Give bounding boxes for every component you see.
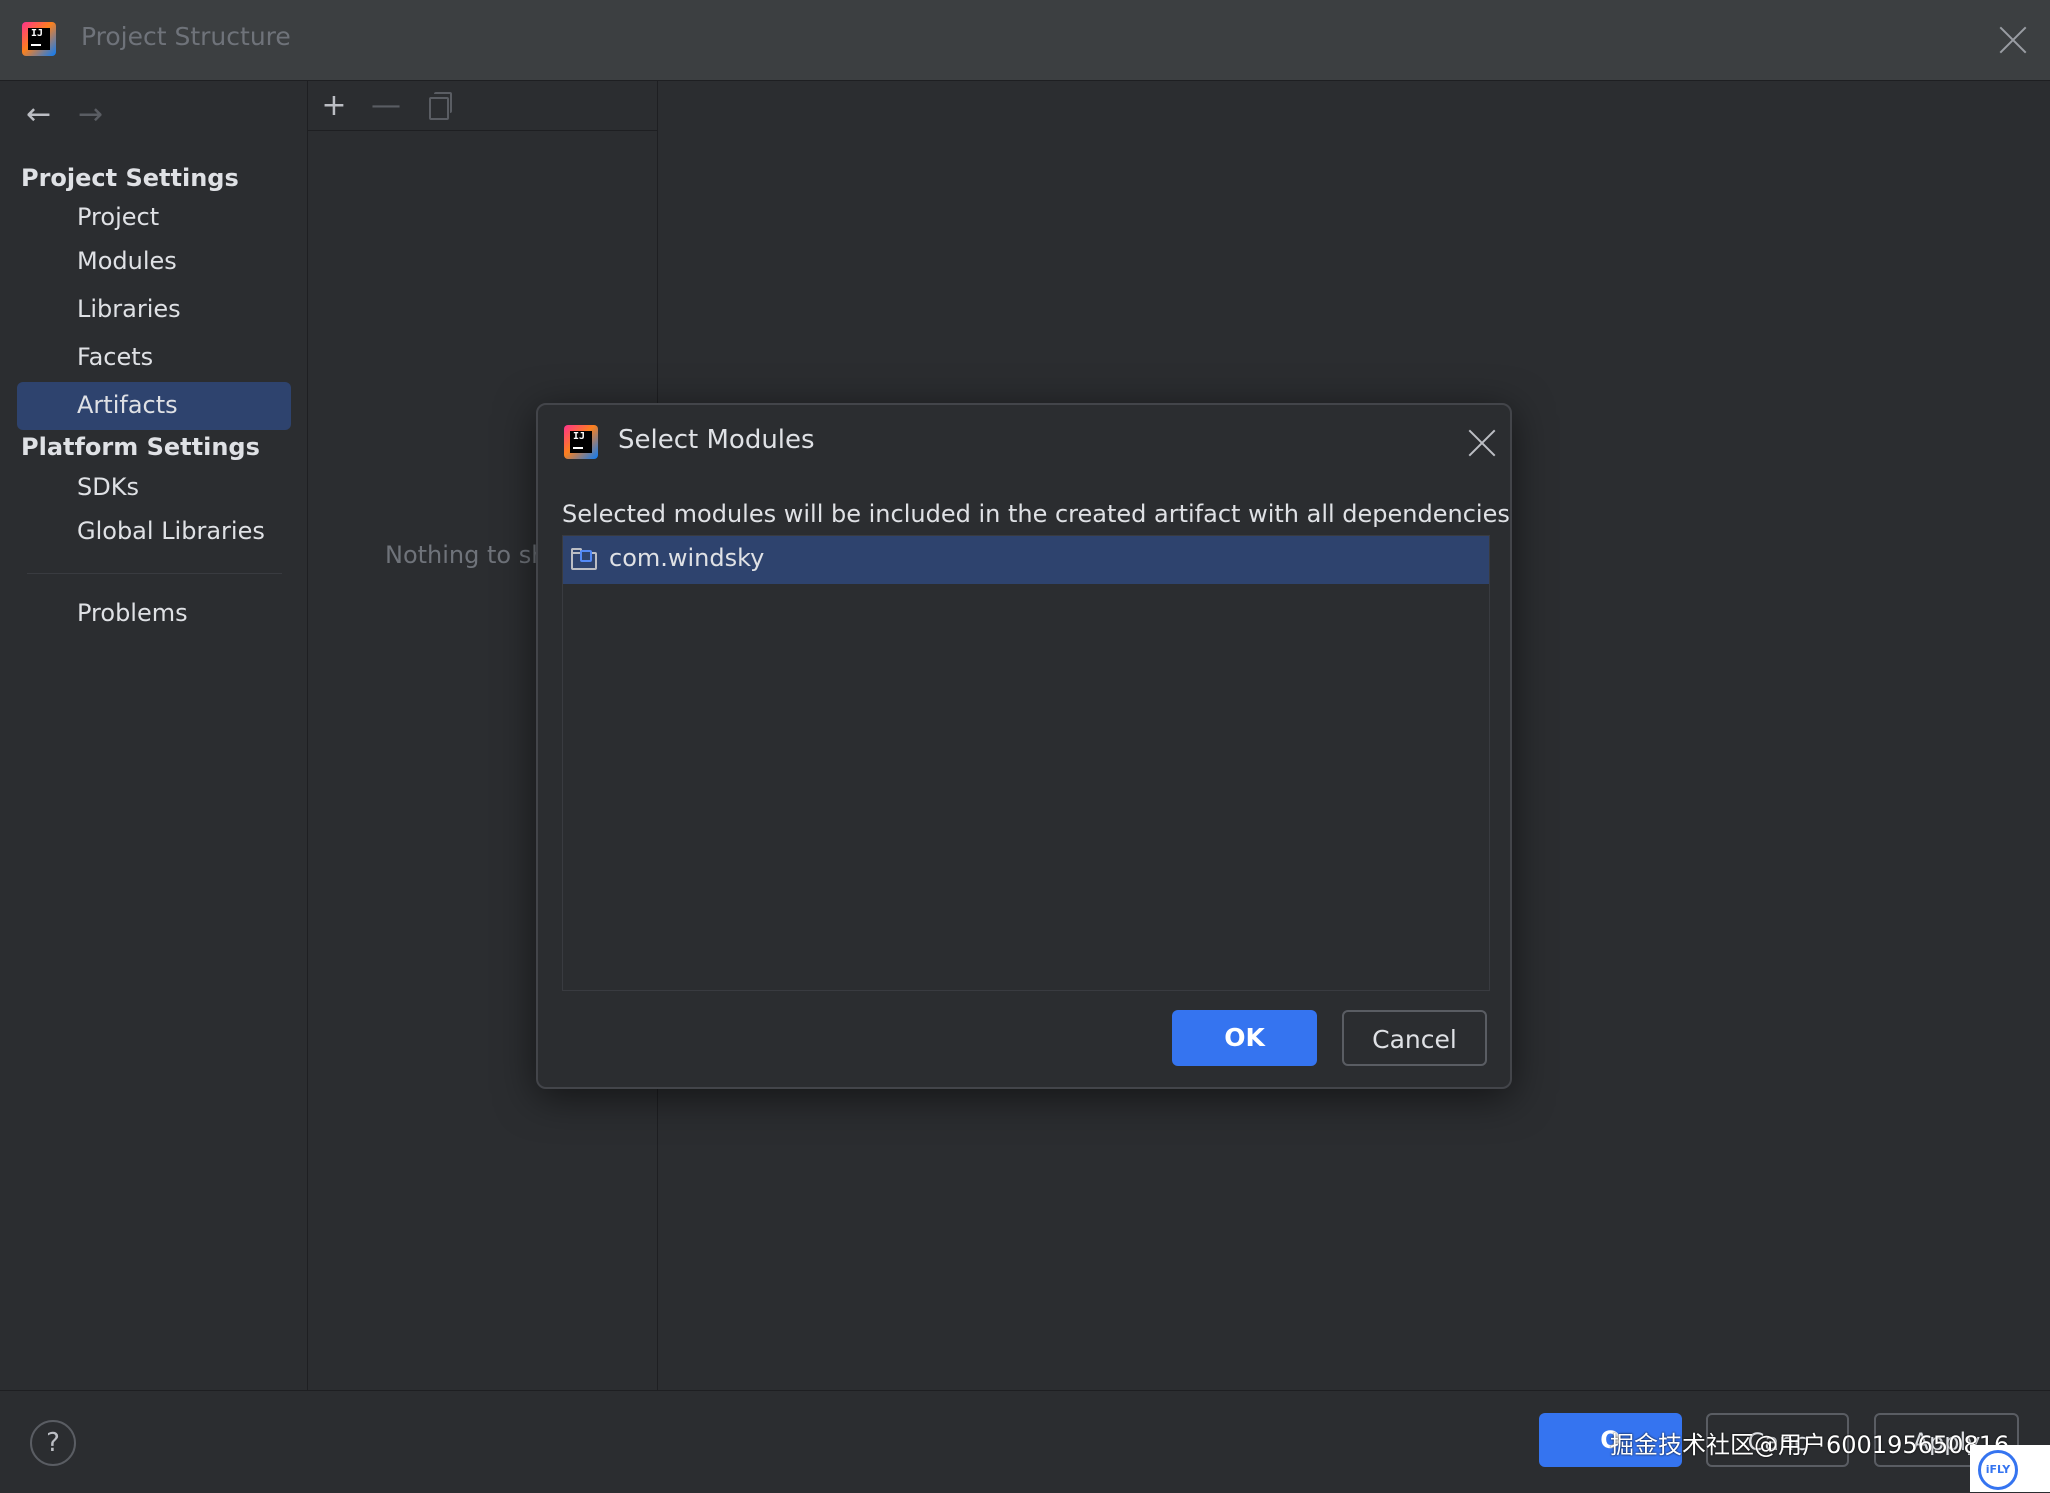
sidebar-item-artifacts[interactable]: Artifacts [17, 382, 291, 430]
sidebar-item-label: Artifacts [77, 391, 178, 419]
window-title: Project Structure [81, 22, 291, 51]
sidebar-item-libraries[interactable]: Libraries [17, 286, 291, 334]
sidebar-item-label: Problems [77, 599, 188, 627]
sidebar-item-label: Modules [77, 247, 177, 275]
sidebar-item-label: Global Libraries [77, 517, 265, 545]
settings-sidebar: ← → Project Settings Project Modules Lib… [0, 81, 308, 1390]
minus-icon[interactable]: — [371, 91, 401, 121]
ifly-badge: iFLY [1970, 1445, 2050, 1492]
arrow-left-icon[interactable]: ← [26, 100, 51, 130]
sidebar-item-facets[interactable]: Facets [17, 334, 291, 382]
select-modules-dialog: IJ Select Modules Selected modules will … [536, 403, 1512, 1089]
intellij-logo-icon: IJ [22, 22, 56, 56]
sidebar-item-label: Facets [77, 343, 154, 371]
ifly-logo-icon: iFLY [1978, 1450, 2018, 1490]
sidebar-item-sdks[interactable]: SDKs [17, 464, 291, 512]
module-badge-icon [580, 550, 592, 562]
plus-icon[interactable]: + [319, 91, 349, 121]
sidebar-item-modules[interactable]: Modules [17, 238, 291, 286]
sidebar-item-label: Project [77, 203, 160, 231]
empty-list-text: Nothing to sh [385, 541, 547, 569]
arrow-right-icon[interactable]: → [78, 100, 103, 130]
copy-icon[interactable] [423, 91, 453, 121]
project-settings-heading: Project Settings [21, 164, 239, 192]
intellij-logo-icon: IJ [564, 425, 598, 459]
sidebar-item-global-libraries[interactable]: Global Libraries [17, 508, 291, 556]
sidebar-item-project[interactable]: Project [17, 194, 291, 242]
artifacts-toolbar: + — [308, 81, 657, 131]
module-list: com.windsky [562, 535, 1490, 991]
watermark-text: 掘金技术社区@用户600195650816 [1610, 1431, 2010, 1459]
dialog-description: Selected modules will be included in the… [562, 500, 1510, 528]
module-list-item[interactable]: com.windsky [563, 536, 1489, 584]
dialog-title: Select Modules [618, 425, 815, 455]
sidebar-item-label: Libraries [77, 295, 181, 323]
sidebar-item-problems[interactable]: Problems [17, 590, 291, 638]
cancel-button[interactable]: Cancel [1342, 1010, 1487, 1066]
sidebar-separator [27, 573, 282, 574]
sidebar-item-label: SDKs [77, 473, 139, 501]
window-close-icon[interactable] [1999, 26, 2027, 54]
ok-button[interactable]: OK [1172, 1010, 1317, 1066]
dialog-close-icon[interactable] [1468, 429, 1496, 457]
title-bar: IJ Project Structure [0, 0, 2050, 81]
module-label: com.windsky [609, 544, 765, 572]
project-structure-window: IJ Project Structure ← → Project Setting… [0, 0, 2050, 1493]
help-icon[interactable]: ? [30, 1420, 76, 1466]
platform-settings-heading: Platform Settings [21, 433, 260, 461]
